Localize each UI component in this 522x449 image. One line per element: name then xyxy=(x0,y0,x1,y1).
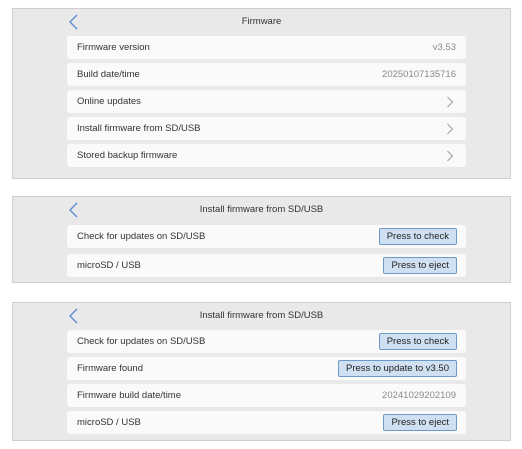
firmware-build-row: Firmware build date/time 20241029202109 xyxy=(67,384,466,407)
media-label: microSD / USB xyxy=(77,260,141,271)
online-updates-label: Online updates xyxy=(77,96,141,107)
build-date-value: 20250107135716 xyxy=(382,69,456,80)
stored-backup-item[interactable]: Stored backup firmware xyxy=(67,144,466,167)
firmware-found-row: Firmware found Press to update to v3.50 xyxy=(67,357,466,380)
firmware-build-label: Firmware build date/time xyxy=(77,390,182,401)
install-from-sd-usb-item[interactable]: Install firmware from SD/USB xyxy=(67,117,466,140)
firmware-build-value: 20241029202109 xyxy=(382,390,456,401)
firmware-panel: Firmware Firmware version v3.53 Build da… xyxy=(12,8,511,179)
install-firmware-found-panel: Install firmware from SD/USB Check for u… xyxy=(12,302,511,441)
check-updates-label: Check for updates on SD/USB xyxy=(77,231,206,242)
check-button[interactable]: Press to check xyxy=(378,228,457,245)
media-label: microSD / USB xyxy=(77,417,141,428)
firmware-version-row: Firmware version v3.53 xyxy=(67,36,466,59)
firmware-header: Firmware xyxy=(13,9,510,35)
stored-backup-label: Stored backup firmware xyxy=(77,150,178,161)
media-row: microSD / USB Press to eject xyxy=(67,254,466,277)
firmware-version-label: Firmware version xyxy=(77,42,150,53)
firmware-found-label: Firmware found xyxy=(77,363,143,374)
check-updates-row: Check for updates on SD/USB Press to che… xyxy=(67,330,466,353)
online-updates-item[interactable]: Online updates xyxy=(67,90,466,113)
check-updates-row: Check for updates on SD/USB Press to che… xyxy=(67,225,466,248)
install-firmware-panel: Install firmware from SD/USB Check for u… xyxy=(12,196,511,283)
install-header: Install firmware from SD/USB xyxy=(13,197,510,223)
chevron-right-icon xyxy=(447,150,454,162)
update-button[interactable]: Press to update to v3.50 xyxy=(338,360,457,377)
build-date-row: Build date/time 20250107135716 xyxy=(67,63,466,86)
media-row: microSD / USB Press to eject xyxy=(67,411,466,434)
eject-button[interactable]: Press to eject xyxy=(383,257,457,274)
chevron-right-icon xyxy=(447,96,454,108)
install-header: Install firmware from SD/USB xyxy=(13,303,510,329)
eject-button[interactable]: Press to eject xyxy=(383,414,457,431)
page-title: Install firmware from SD/USB xyxy=(199,310,324,321)
page-title: Firmware xyxy=(241,16,282,27)
build-date-label: Build date/time xyxy=(77,69,140,80)
page-title: Install firmware from SD/USB xyxy=(199,204,324,215)
install-from-sd-usb-label: Install firmware from SD/USB xyxy=(77,123,201,134)
firmware-version-value: v3.53 xyxy=(432,42,456,53)
check-button[interactable]: Press to check xyxy=(378,333,457,350)
check-updates-label: Check for updates on SD/USB xyxy=(77,336,206,347)
chevron-right-icon xyxy=(447,123,454,135)
